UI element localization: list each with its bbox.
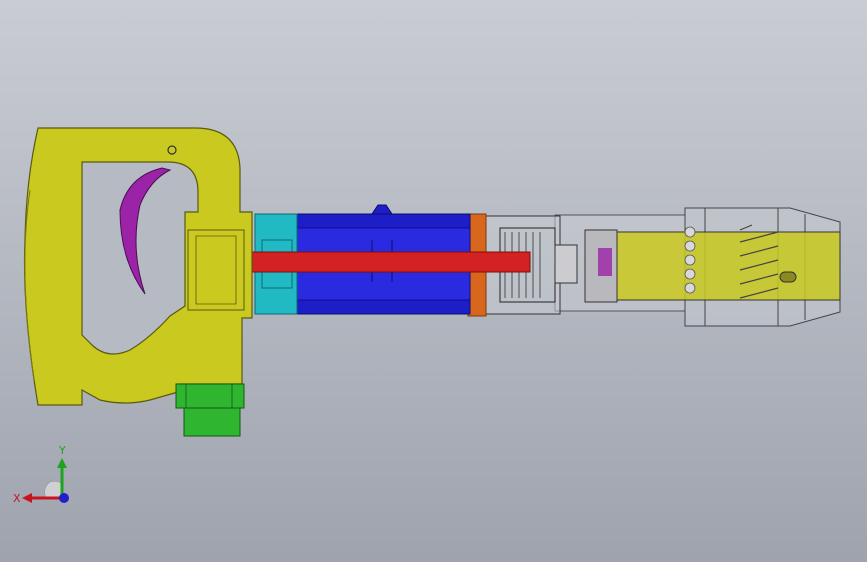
air-inlet-nipple[interactable] [175, 383, 245, 437]
coordinate-triad: Y X [13, 444, 69, 505]
triad-plane-icon [44, 481, 63, 499]
x-axis-label: X [13, 492, 21, 505]
pneumatic-hammer-model[interactable] [0, 0, 867, 562]
handle-collar[interactable] [187, 229, 245, 311]
chisel-retainer[interactable] [584, 224, 841, 303]
z-axis-dot [59, 493, 69, 503]
cad-viewport[interactable]: Y X [0, 0, 867, 562]
y-axis-label: Y [58, 444, 66, 457]
